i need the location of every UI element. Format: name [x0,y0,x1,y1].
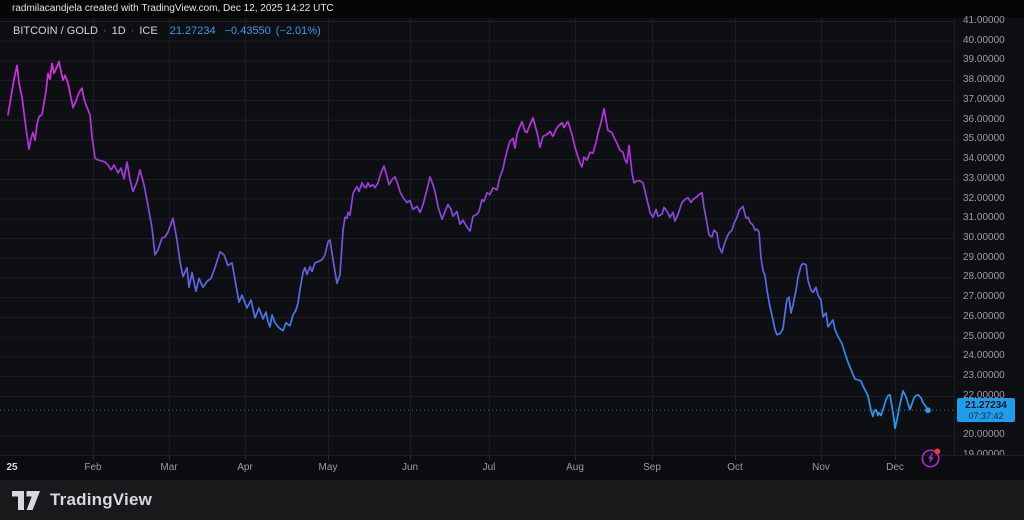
time-axis-tick [245,456,246,460]
price-axis-label: 34.00000 [963,153,1005,165]
time-axis-label: Feb [84,462,102,473]
interval-label: 1D [111,25,126,37]
time-axis-label: Aug [566,462,584,473]
price-axis-label: 37.00000 [963,93,1005,105]
price-axis-label: 35.00000 [963,133,1005,145]
time-axis-label: Nov [812,462,830,473]
lightning-bolt-icon [928,453,934,464]
price-axis-label: 31.00000 [963,212,1005,224]
time-axis-tick [575,456,576,460]
flash-icon-button[interactable] [919,446,943,470]
price-axis-label: 38.00000 [963,74,1005,86]
bar-countdown: 07:37:42 [968,411,1004,422]
attribution-bar: radmilacandjela created with TradingView… [0,0,1024,18]
legend-separator: · [102,25,107,37]
time-axis-label: Jun [401,462,419,473]
last-price-label: 21.27234 07:37:42 [957,398,1015,423]
tradingview-snapshot: radmilacandjela created with TradingView… [0,0,1024,520]
time-axis-tick [328,456,329,460]
price-axis-label: 39.00000 [963,54,1005,66]
time-axis-tick [735,456,736,460]
tradingview-brand-text: TradingView [50,490,153,509]
time-axis-tick [821,456,822,460]
tradingview-logo-link[interactable]: TradingView [11,490,152,510]
time-axis-tick [895,456,896,460]
price-axis-label: 32.00000 [963,192,1005,204]
price-axis-label: 40.00000 [963,34,1005,46]
time-axis-label: Mar [160,462,178,473]
price-axis-label: 28.00000 [963,271,1005,283]
footer-bar: TradingView [0,480,1024,520]
time-axis-tick [169,456,170,460]
price-axis-label: 23.00000 [963,370,1005,382]
time-axis-tick [652,456,653,460]
price-axis-label: 30.00000 [963,232,1005,243]
symbol-legend[interactable]: BITCOIN / GOLD · 1D · ICE 21.27234 −0.43… [13,25,321,37]
time-axis-label: Jul [482,462,496,473]
exchange-label: ICE [139,25,158,37]
price-axis-label: 29.00000 [963,251,1005,263]
price-plot[interactable] [0,18,1024,455]
tradingview-logo-icon [12,490,40,510]
time-axis-label: May [318,462,338,473]
legend-change: −0.43550 [224,25,271,37]
price-axis-label: 41.00000 [963,15,1005,26]
time-axis-label: Sep [643,462,661,473]
price-axis-label: 36.00000 [963,113,1005,125]
last-price-value: 21.27234 [965,400,1007,412]
price-axis[interactable]: 21.27234 07:37:42 41.00000 40.00000 39.000… [954,15,1024,460]
time-axis-label: Apr [237,462,253,473]
legend-separator: · [130,25,135,37]
price-axis-label: 24.00000 [963,350,1005,362]
time-axis-tick [489,456,490,460]
red-alert-dot-icon [934,448,941,455]
price-axis-label: 27.00000 [963,291,1005,303]
time-axis[interactable]: 25 Feb Mar Apr May Jun Jul Aug Sep Oct Nov Dec [0,455,1024,481]
price-axis-label: 20.00000 [963,429,1005,441]
chart-pane[interactable]: BITCOIN / GOLD · 1D · ICE 21.27234 −0.43… [0,15,1024,460]
symbol-title: BITCOIN / GOLD [13,25,98,37]
time-axis-tick [410,456,411,460]
price-axis-label: 25.00000 [963,330,1005,342]
time-axis-label: 25 [6,462,18,473]
legend-last-price: 21.27234 [169,25,216,37]
price-axis-label: 26.00000 [963,310,1005,322]
price-axis-label: 33.00000 [963,172,1005,184]
time-axis-label: Oct [727,462,743,473]
time-axis-tick [93,456,94,460]
attribution-text: radmilacandjela created with TradingView… [12,3,334,14]
time-axis-label: Dec [886,462,904,473]
legend-change-percent: (−2.01%) [275,25,321,37]
